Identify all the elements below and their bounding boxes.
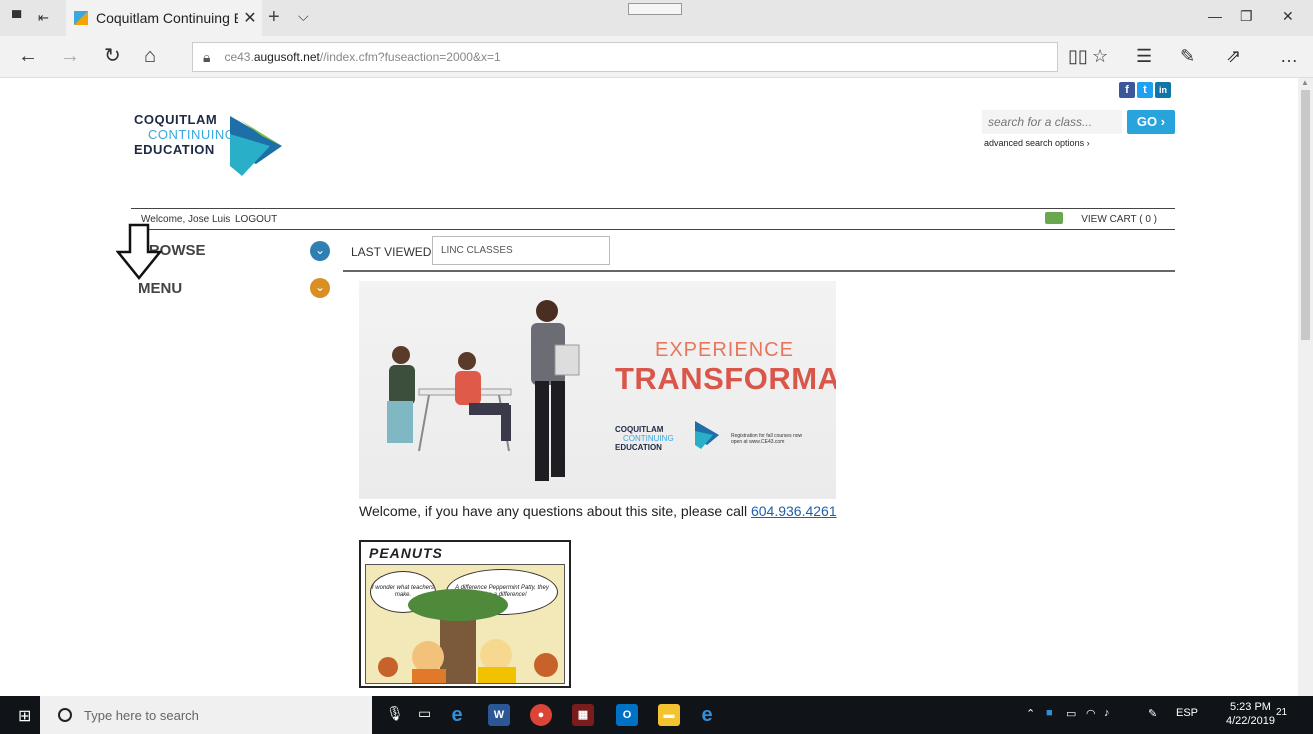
task-view-icon[interactable]: ▭ bbox=[418, 705, 431, 722]
comic-title: PEANUTS bbox=[369, 545, 443, 561]
menu-expand-icon[interactable]: ⌄ bbox=[310, 278, 330, 298]
more-options-icon[interactable]: … bbox=[1280, 46, 1298, 67]
menu-label[interactable]: MENU bbox=[138, 280, 182, 297]
clock-time: 5:23 PM bbox=[1229, 701, 1271, 713]
edge-icon[interactable]: e bbox=[696, 704, 718, 726]
twitter-icon[interactable]: t bbox=[1137, 82, 1153, 98]
comic-characters-image bbox=[378, 589, 558, 683]
welcome-message-text: Welcome, if you have any questions about… bbox=[359, 503, 751, 519]
site-logo[interactable]: COQUITLAM CONTINUING EDUCATION bbox=[134, 112, 235, 157]
logo-line3: EDUCATION bbox=[134, 142, 215, 157]
banner-logo-line2: CONTINUING bbox=[623, 434, 674, 443]
wifi-icon[interactable]: ◠ bbox=[1086, 707, 1096, 720]
promo-banner[interactable]: EXPERIENCE TRANSFORMATION COQUITLAM CONT… bbox=[359, 281, 836, 499]
minimize-icon[interactable]: — bbox=[1208, 8, 1222, 24]
microphone-icon[interactable]: 🎙︎ bbox=[386, 705, 404, 722]
browser-tab-bar: ▀ ⇤ Coquitlam Continuing E ✕ + ⌵ — ❐ ✕ bbox=[0, 0, 1313, 36]
linkedin-icon[interactable]: in bbox=[1155, 82, 1171, 98]
favorite-star-icon[interactable]: ☆ bbox=[1092, 46, 1108, 67]
web-notes-icon[interactable]: ✎ bbox=[1180, 46, 1195, 67]
user-bar: Welcome, Jose Luis LOGOUT VIEW CART ( 0 … bbox=[131, 208, 1175, 230]
outlook-tray-icon[interactable]: ■ bbox=[1046, 707, 1053, 719]
chevron-down-icon[interactable]: ⌵ bbox=[298, 8, 309, 25]
peanuts-comic: PEANUTS I wonder what teachers make. A d… bbox=[359, 540, 571, 688]
windows-start-icon[interactable]: ⊞ bbox=[18, 706, 31, 726]
go-button[interactable]: GO › bbox=[1127, 110, 1175, 134]
browse-expand-icon[interactable]: ⌄ bbox=[310, 241, 330, 261]
chrome-icon[interactable]: ● bbox=[530, 704, 552, 726]
banner-logo-chevron-icon bbox=[695, 421, 719, 449]
banner-experience-text: EXPERIENCE bbox=[655, 339, 794, 361]
battery-icon[interactable]: ▭ bbox=[1066, 707, 1076, 720]
welcome-message: Welcome, if you have any questions about… bbox=[359, 503, 837, 519]
clock[interactable]: 5:23 PM 4/22/2019 bbox=[1226, 700, 1275, 728]
history-tabs: LAST VIEWED LINC CLASSES bbox=[343, 234, 1175, 272]
new-tab-icon[interactable]: + bbox=[268, 6, 280, 29]
clock-date: 4/22/2019 bbox=[1226, 715, 1275, 727]
web-page: f t in COQUITLAM CONTINUING EDUCATION GO… bbox=[0, 78, 1298, 696]
reading-view-icon[interactable]: ▯▯ bbox=[1068, 46, 1088, 67]
banner-transformation-text: TRANSFORMATION bbox=[615, 361, 836, 396]
file-explorer-icon[interactable]: ▬ bbox=[658, 704, 680, 726]
browser-tab[interactable]: Coquitlam Continuing E ✕ bbox=[66, 0, 262, 36]
chevron-up-icon[interactable]: ⌃ bbox=[1026, 707, 1035, 720]
outlook-icon[interactable]: O bbox=[616, 704, 638, 726]
refresh-icon[interactable]: ↻ bbox=[104, 46, 121, 66]
word-icon[interactable]: W bbox=[488, 704, 510, 726]
logo-chevron-icon bbox=[230, 116, 282, 176]
windows-taskbar: ⊞ Type here to search 🎙︎ ▭ e W ● ▦ O ▬ e… bbox=[0, 696, 1313, 734]
taskbar-search-box[interactable]: Type here to search bbox=[40, 696, 372, 734]
cortana-icon bbox=[58, 708, 72, 722]
back-icon[interactable]: ← bbox=[18, 46, 38, 66]
volume-icon[interactable]: ♪ bbox=[1104, 707, 1110, 719]
address-bar[interactable]: 🔒︎ ce43. augusoft.net//index.cfm?fuseacti… bbox=[192, 42, 1058, 72]
banner-logo-line1: COQUITLAM bbox=[615, 425, 664, 434]
restore-icon[interactable]: ❐ bbox=[1240, 8, 1253, 25]
cart-icon[interactable] bbox=[1045, 212, 1063, 224]
internet-explorer-icon[interactable]: e bbox=[446, 704, 468, 726]
pen-icon[interactable]: ✎ bbox=[1148, 707, 1157, 720]
class-search-input[interactable] bbox=[982, 110, 1122, 134]
site-favicon-icon bbox=[74, 11, 88, 25]
tab-preview-icon[interactable]: ⇤ bbox=[38, 10, 49, 26]
scroll-up-icon[interactable]: ▲ bbox=[1301, 78, 1309, 87]
facebook-icon[interactable]: f bbox=[1119, 82, 1135, 98]
browser-nav-bar: ← → ↻ ⌂ 🔒︎ ce43. augusoft.net//index.cfm?… bbox=[0, 36, 1313, 78]
banner-logo-line3: EDUCATION bbox=[615, 443, 662, 452]
page-scrollbar[interactable]: ▲ bbox=[1298, 78, 1313, 696]
banner-logo: COQUITLAM CONTINUING EDUCATION bbox=[615, 425, 674, 452]
close-tab-icon[interactable]: ✕ bbox=[238, 8, 262, 28]
notification-count[interactable]: 21 bbox=[1276, 707, 1287, 718]
drag-handle[interactable] bbox=[628, 3, 682, 15]
language-indicator[interactable]: ESP bbox=[1176, 707, 1198, 719]
view-cart-link[interactable]: VIEW CART ( 0 ) bbox=[1081, 214, 1157, 225]
close-window-icon[interactable]: ✕ bbox=[1282, 8, 1294, 25]
logout-link[interactable]: LOGOUT bbox=[235, 214, 277, 225]
share-icon[interactable]: ⇗ bbox=[1226, 46, 1241, 67]
logo-line2: CONTINUING bbox=[148, 127, 236, 142]
url-path: //index.cfm?fuseaction=2000&x=1 bbox=[319, 50, 501, 64]
favorites-hub-icon[interactable]: ☰ bbox=[1136, 46, 1152, 67]
phone-link[interactable]: 604.936.4261 bbox=[751, 503, 837, 519]
last-viewed-tab[interactable]: LAST VIEWED bbox=[351, 245, 431, 259]
taskbar-search-placeholder: Type here to search bbox=[84, 707, 199, 723]
tab-title: Coquitlam Continuing E bbox=[96, 10, 238, 26]
url-prefix: ce43. bbox=[224, 50, 254, 64]
banner-people-image bbox=[387, 300, 580, 481]
down-arrow-annotation-icon bbox=[116, 223, 162, 280]
url-host: augusoft.net bbox=[253, 50, 320, 64]
scrollbar-thumb[interactable] bbox=[1301, 90, 1310, 340]
logo-line1: COQUITLAM bbox=[134, 112, 218, 127]
app-icon[interactable]: ▦ bbox=[572, 704, 594, 726]
tab-actions-icon[interactable]: ▀ bbox=[12, 10, 21, 25]
lock-icon: 🔒︎ bbox=[203, 48, 211, 65]
home-icon[interactable]: ⌂ bbox=[144, 46, 156, 66]
banner-registration-text: Registration for fall courses now open a… bbox=[731, 433, 803, 445]
advanced-search-link[interactable]: advanced search options › bbox=[984, 138, 1090, 148]
comic-panel: I wonder what teachers make. A differenc… bbox=[365, 564, 565, 684]
linc-classes-field[interactable]: LINC CLASSES bbox=[432, 236, 610, 265]
forward-icon[interactable]: → bbox=[60, 46, 80, 66]
